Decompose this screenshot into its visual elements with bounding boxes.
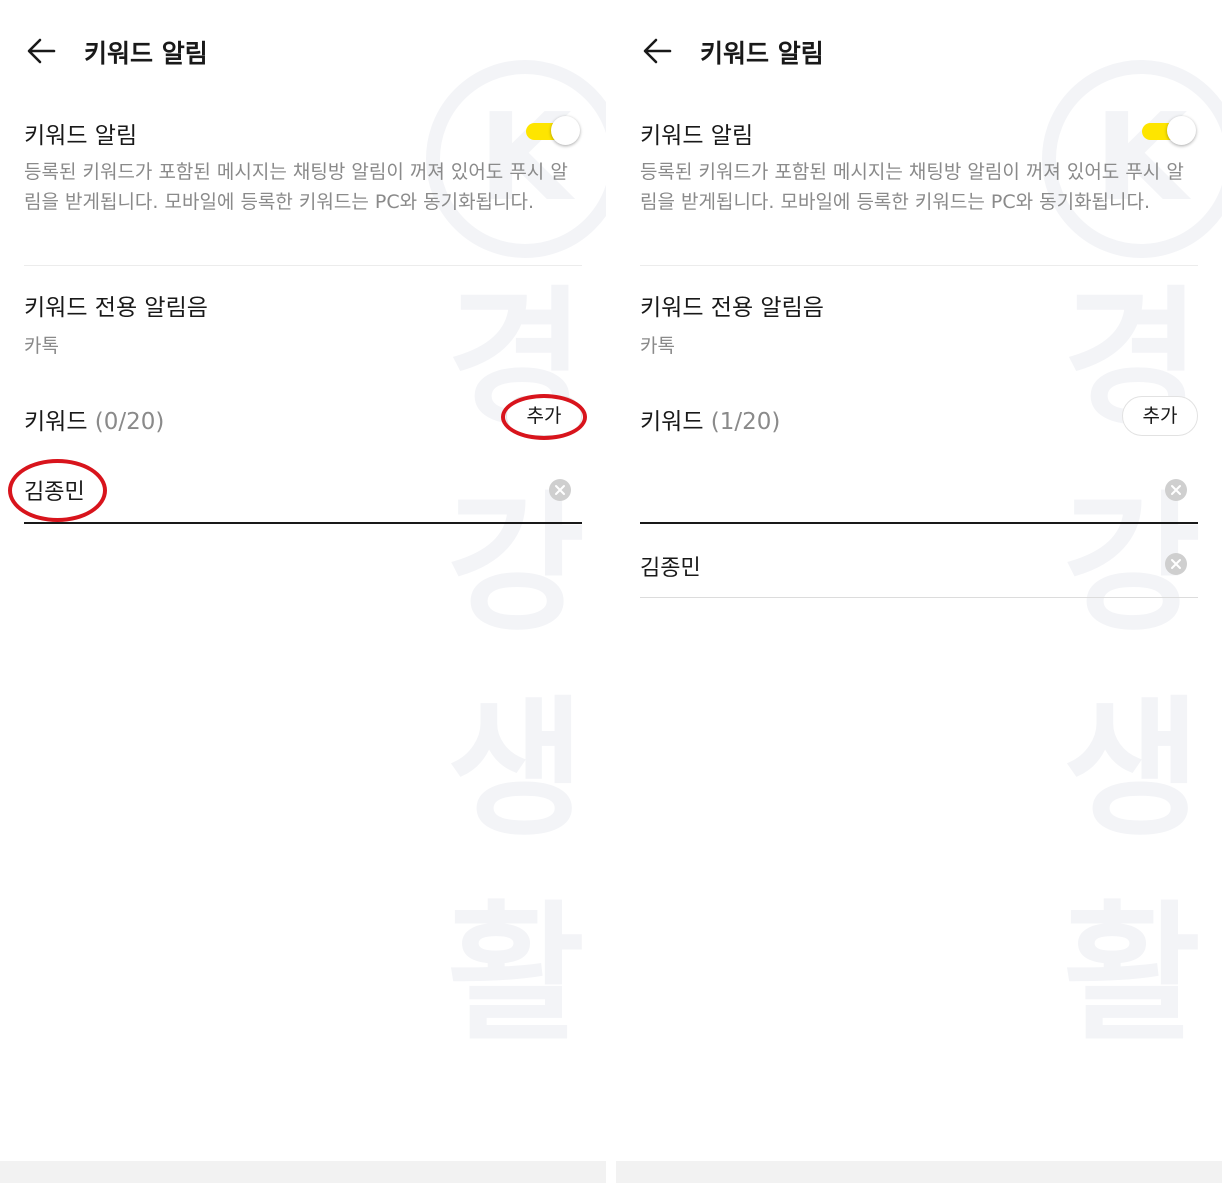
input-underline [24, 522, 582, 524]
watermark-letter: 생 [1062, 683, 1201, 857]
keyword-item-divider [640, 597, 1198, 598]
delete-keyword-icon[interactable] [1165, 553, 1187, 575]
watermark-letter: 활 [446, 888, 585, 1062]
add-keyword-button[interactable]: 추가 [1122, 396, 1198, 436]
keyword-alert-toggle[interactable] [526, 115, 582, 147]
keyword-section-title: 키워드 (1/20) [640, 402, 780, 436]
watermark-letter: 생 [446, 683, 585, 857]
keyword-alert-title: 키워드 알림 [640, 123, 754, 149]
keyword-sound-value: 카톡 [24, 335, 59, 357]
keyword-sound-title[interactable]: 키워드 전용 알림음 [24, 288, 208, 322]
keyword-count: (1/20) [710, 409, 781, 435]
keyword-count: (0/20) [94, 409, 165, 435]
keyword-label: 키워드 [24, 409, 88, 435]
keyword-alert-description: 등록된 키워드가 포함된 메시지는 채팅방 알림이 꺼져 있어도 푸시 알림을 … [640, 161, 1184, 213]
watermark-letter: 활 [1062, 888, 1201, 1062]
arrow-left-icon[interactable] [24, 34, 58, 68]
keyword-alert-description: 등록된 키워드가 포함된 메시지는 채팅방 알림이 꺼져 있어도 푸시 알림을 … [24, 161, 568, 213]
bottom-bar [616, 1161, 1222, 1183]
input-underline [640, 522, 1198, 524]
screenshot-before: K 경 강 생 활 키워드 알림 키워드 알림 등록된 키워드가 포함된 메시지… [0, 0, 606, 1183]
page-title: 키워드 알림 [84, 39, 208, 68]
panel-separator [606, 0, 616, 1183]
toggle-knob [1167, 116, 1196, 145]
add-keyword-button[interactable]: 추가 [506, 396, 582, 436]
bottom-bar [0, 1161, 606, 1183]
section-divider [24, 265, 582, 266]
keyword-sound-value: 카톡 [640, 335, 675, 357]
keyword-label: 키워드 [640, 409, 704, 435]
keyword-alert-toggle[interactable] [1142, 115, 1198, 147]
keyword-list-item: 김종민 [640, 556, 701, 581]
clear-input-icon[interactable] [549, 479, 571, 501]
keyword-input[interactable] [24, 470, 544, 510]
app-header: 키워드 알림 [616, 20, 1222, 80]
arrow-left-icon[interactable] [640, 34, 674, 68]
page-title: 키워드 알림 [700, 39, 824, 68]
toggle-knob [551, 116, 580, 145]
section-divider [640, 265, 1198, 266]
keyword-alert-title: 키워드 알림 [24, 123, 138, 149]
keyword-sound-title[interactable]: 키워드 전용 알림음 [640, 288, 824, 322]
screenshot-after: K 경 강 생 활 키워드 알림 키워드 알림 등록된 키워드가 포함된 메시지… [616, 0, 1222, 1183]
keyword-input[interactable] [640, 470, 1160, 510]
keyword-section-title: 키워드 (0/20) [24, 402, 164, 436]
clear-input-icon[interactable] [1165, 479, 1187, 501]
app-header: 키워드 알림 [0, 20, 606, 80]
